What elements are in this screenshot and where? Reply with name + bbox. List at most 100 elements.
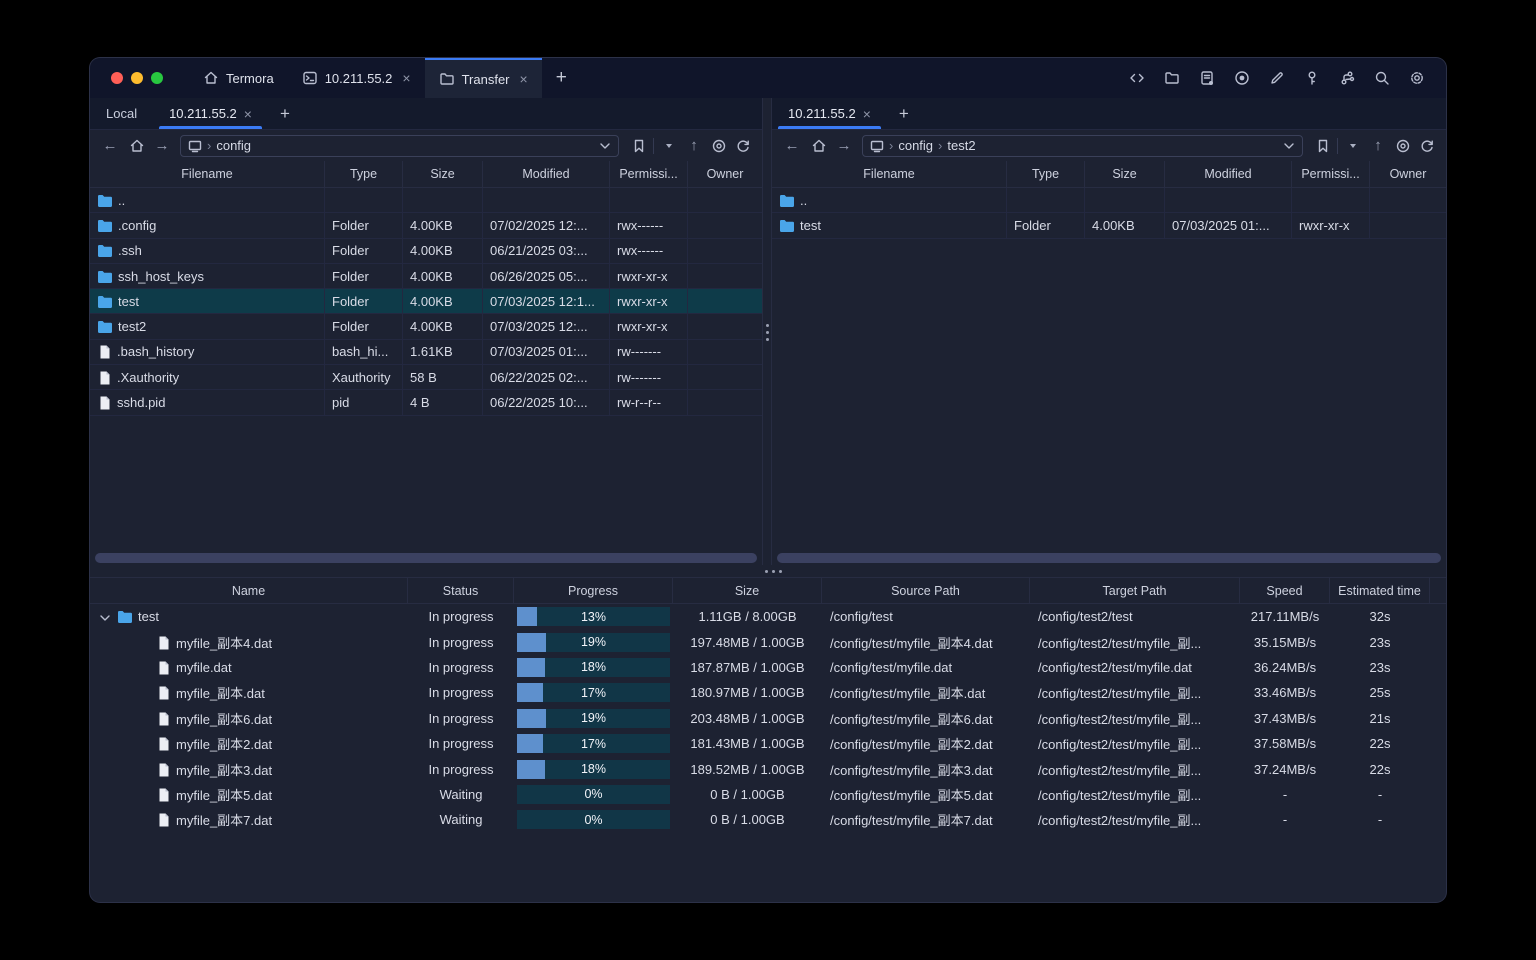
column-header-size[interactable]: Size: [1085, 161, 1165, 187]
transfer-row[interactable]: myfile.dat In progress 18% 187.87MB / 1.…: [90, 655, 1446, 680]
scrollbar-thumb[interactable]: [95, 553, 757, 563]
transfer-row[interactable]: myfile_副本3.dat In progress 18% 189.52MB …: [90, 756, 1446, 781]
file-type: bash_hi...: [325, 339, 403, 365]
file-row[interactable]: sshd.pid pid 4 B 06/22/2025 10:... rw-r-…: [90, 390, 762, 416]
home-button[interactable]: [806, 135, 830, 157]
edit-button[interactable]: [1264, 65, 1290, 91]
close-window-button[interactable]: [111, 72, 123, 84]
transfer-row[interactable]: test In progress 13% 1.11GB / 8.00GB /co…: [90, 604, 1446, 629]
panel-tab-local[interactable]: Local: [90, 98, 153, 129]
breadcrumb-segment[interactable]: test2: [947, 138, 975, 153]
new-panel-tab-button[interactable]: +: [887, 98, 921, 129]
column-header-size[interactable]: Size: [673, 578, 822, 603]
column-header-filename[interactable]: Filename: [772, 161, 1007, 187]
path-dropdown-icon[interactable]: [597, 138, 612, 153]
path-dropdown-icon[interactable]: [1281, 138, 1296, 153]
file-row[interactable]: ssh_host_keys Folder 4.00KB 06/26/2025 0…: [90, 263, 762, 290]
column-header-estimated-time[interactable]: Estimated time: [1330, 578, 1430, 603]
record-button[interactable]: [1229, 65, 1255, 91]
zoom-window-button[interactable]: [151, 72, 163, 84]
breadcrumb-segment[interactable]: config: [898, 138, 933, 153]
log-button[interactable]: [1194, 65, 1220, 91]
upload-button[interactable]: ↑: [682, 135, 706, 157]
show-hidden-button[interactable]: [1392, 135, 1414, 157]
bookmark-button[interactable]: [627, 135, 649, 157]
file-row[interactable]: .bash_history bash_hi... 1.61KB 07/03/20…: [90, 339, 762, 366]
sftp-folder-button[interactable]: [1159, 65, 1185, 91]
breadcrumb-segment[interactable]: config: [216, 138, 251, 153]
path-bar[interactable]: › config: [180, 134, 619, 157]
file-row[interactable]: test2 Folder 4.00KB 07/03/2025 12:... rw…: [90, 314, 762, 340]
transfer-row[interactable]: myfile_副本4.dat In progress 19% 197.48MB …: [90, 629, 1446, 654]
transfer-row[interactable]: myfile_副本6.dat In progress 19% 203.48MB …: [90, 706, 1446, 731]
column-header-permissions[interactable]: Permissi...: [1292, 161, 1370, 187]
column-header-type[interactable]: Type: [1007, 161, 1085, 187]
close-tab-icon[interactable]: ×: [244, 106, 252, 122]
breadcrumb-separator: ›: [938, 138, 943, 153]
vertical-splitter[interactable]: [762, 98, 772, 565]
refresh-button[interactable]: [732, 135, 754, 157]
path-bar[interactable]: › config › test2: [862, 134, 1303, 157]
key-manager-button[interactable]: [1299, 65, 1325, 91]
file-size: 4.00KB: [403, 314, 483, 339]
show-hidden-button[interactable]: [708, 135, 730, 157]
column-header-owner[interactable]: Owner: [688, 161, 762, 187]
file-row[interactable]: ..: [772, 188, 1446, 214]
column-header-source-path[interactable]: Source Path: [822, 578, 1030, 603]
refresh-button[interactable]: [1416, 135, 1438, 157]
transfer-row[interactable]: myfile_副本2.dat In progress 17% 181.43MB …: [90, 731, 1446, 756]
new-tab-button[interactable]: +: [542, 58, 581, 98]
forward-button[interactable]: →: [150, 135, 174, 157]
transfer-row[interactable]: myfile_副本.dat In progress 17% 180.97MB /…: [90, 680, 1446, 705]
new-panel-tab-button[interactable]: +: [268, 98, 302, 129]
column-header-size[interactable]: Size: [403, 161, 483, 187]
file-row[interactable]: .ssh Folder 4.00KB 06/21/2025 03:... rwx…: [90, 238, 762, 264]
file-row[interactable]: .Xauthority Xauthority 58 B 06/22/2025 0…: [90, 365, 762, 391]
code-button[interactable]: [1124, 65, 1150, 91]
back-button[interactable]: ←: [780, 135, 804, 157]
column-header-modified[interactable]: Modified: [1165, 161, 1292, 187]
log-icon: [1201, 71, 1214, 86]
file-modified: 07/03/2025 01:...: [483, 339, 610, 365]
column-header-name[interactable]: Name: [90, 578, 408, 603]
column-header-type[interactable]: Type: [325, 161, 403, 187]
refresh-icon: [737, 139, 749, 152]
panel-tab-remote[interactable]: 10.211.55.2 ×: [153, 98, 268, 129]
close-tab-icon[interactable]: ×: [863, 106, 871, 122]
file-row[interactable]: .config Folder 4.00KB 07/02/2025 12:... …: [90, 213, 762, 239]
column-header-speed[interactable]: Speed: [1240, 578, 1330, 603]
column-header-permissions[interactable]: Permissi...: [610, 161, 688, 187]
forward-button[interactable]: →: [832, 135, 856, 157]
transfer-row[interactable]: myfile_副本7.dat Waiting 0% 0 B / 1.00GB /…: [90, 807, 1446, 832]
column-header-status[interactable]: Status: [408, 578, 514, 603]
minimize-window-button[interactable]: [131, 72, 143, 84]
search-button[interactable]: [1369, 65, 1395, 91]
tab-host-10-211-55-2[interactable]: 10.211.55.2 ×: [288, 58, 425, 98]
panel-tab-remote[interactable]: 10.211.55.2 ×: [772, 98, 887, 129]
file-row[interactable]: test Folder 4.00KB 07/03/2025 12:1... rw…: [90, 289, 762, 315]
branch-button[interactable]: [1334, 65, 1360, 91]
back-button[interactable]: ←: [98, 135, 122, 157]
close-tab-icon[interactable]: ×: [402, 70, 410, 86]
horizontal-splitter[interactable]: [90, 565, 1446, 577]
transfer-row[interactable]: myfile_副本5.dat Waiting 0% 0 B / 1.00GB /…: [90, 782, 1446, 807]
tab-transfer[interactable]: Transfer ×: [424, 58, 542, 98]
close-tab-icon[interactable]: ×: [520, 71, 528, 87]
folder-icon: [780, 194, 794, 207]
upload-button[interactable]: ↑: [1366, 135, 1390, 157]
column-header-filename[interactable]: Filename: [90, 161, 325, 187]
file-row[interactable]: ..: [90, 188, 762, 214]
home-button[interactable]: [124, 135, 148, 157]
bookmark-menu-button[interactable]: [1342, 135, 1364, 157]
settings-button[interactable]: [1404, 65, 1430, 91]
column-header-target-path[interactable]: Target Path: [1030, 578, 1240, 603]
column-header-progress[interactable]: Progress: [514, 578, 673, 603]
scrollbar-thumb[interactable]: [777, 553, 1441, 563]
column-header-modified[interactable]: Modified: [483, 161, 610, 187]
file-row[interactable]: test Folder 4.00KB 07/03/2025 01:... rwx…: [772, 213, 1446, 239]
bookmark-menu-button[interactable]: [658, 135, 680, 157]
chevron-down-icon[interactable]: [97, 610, 111, 624]
column-header-owner[interactable]: Owner: [1370, 161, 1446, 187]
bookmark-button[interactable]: [1311, 135, 1333, 157]
tab-termora[interactable]: Termora: [189, 58, 288, 98]
